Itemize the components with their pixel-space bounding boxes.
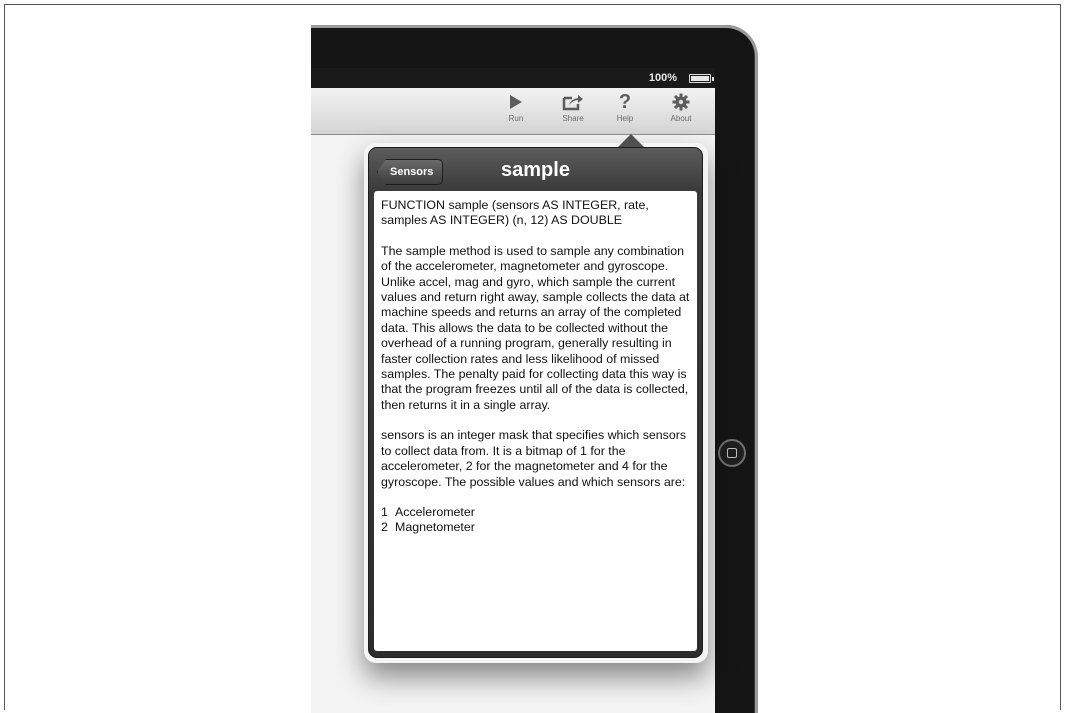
help-text-body[interactable]: FUNCTION sample (sensors AS INTEGER, rat…	[374, 191, 697, 651]
list-item-number: 2	[381, 520, 388, 535]
gear-icon	[659, 92, 703, 112]
question-icon: ?	[618, 90, 632, 113]
description-paragraph: The sample method is used to sample any …	[381, 243, 690, 412]
list-item: 1 Accelerometer	[381, 505, 691, 520]
list-item-number: 1	[381, 504, 388, 519]
sensors-paragraph: sensors is an integer mask that specifie…	[381, 428, 687, 489]
battery-percentage: 100%	[648, 72, 677, 84]
list-item-text: Magnetometer	[395, 520, 475, 535]
status-bar: 100%	[311, 68, 715, 88]
run-button[interactable]: Run	[494, 92, 538, 123]
list-item-text: Accelerometer	[395, 504, 475, 519]
help-label: Help	[616, 114, 634, 123]
battery-icon	[689, 74, 714, 83]
about-button[interactable]: About	[659, 92, 703, 123]
share-label: Share	[562, 114, 584, 123]
about-label: About	[670, 114, 692, 123]
toolbar: Run Share ? Help About	[311, 88, 715, 135]
back-button[interactable]: Sensors	[377, 159, 444, 185]
home-button[interactable]	[718, 439, 746, 467]
help-popover: sample Sensors FUNCTION sample (sensors …	[368, 147, 703, 658]
share-icon	[551, 92, 595, 112]
share-button[interactable]: Share	[551, 92, 595, 123]
play-icon	[494, 92, 538, 112]
popover-arrow	[617, 134, 645, 148]
function-signature: FUNCTION sample (sensors AS INTEGER, rat…	[381, 198, 649, 228]
help-button[interactable]: ? Help	[603, 90, 647, 124]
run-label: Run	[508, 114, 524, 123]
list-item: 2 Magnetometer	[381, 520, 691, 535]
home-button-icon	[727, 448, 737, 458]
